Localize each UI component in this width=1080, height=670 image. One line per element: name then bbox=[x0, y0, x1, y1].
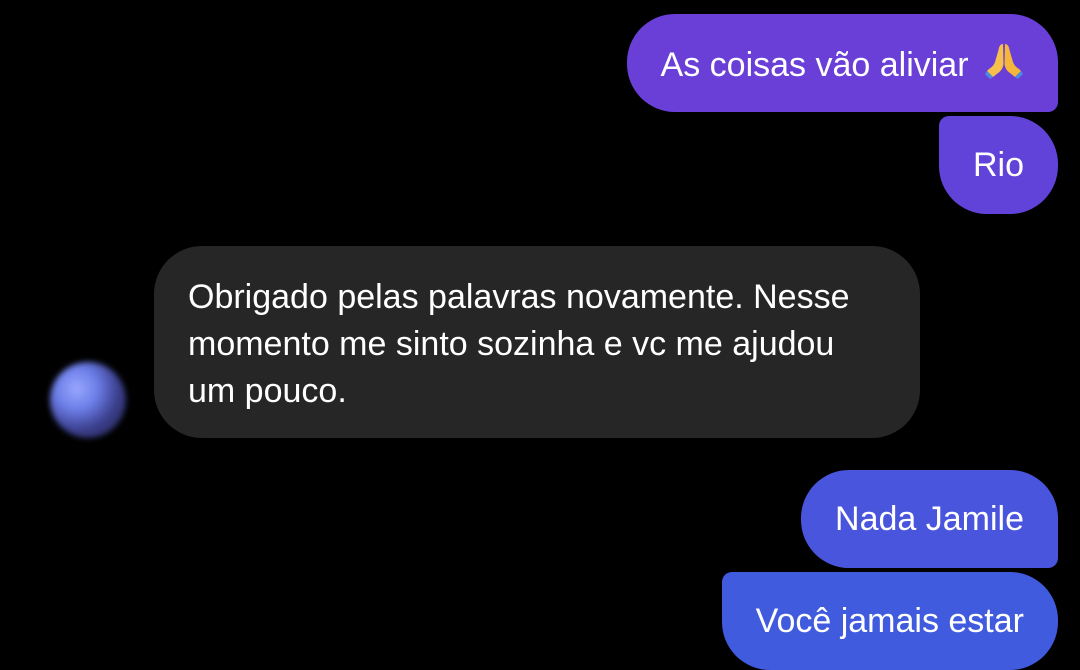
message-text: Nada Jamile bbox=[835, 500, 1024, 538]
message-bubble-outgoing[interactable]: Você jamais estar bbox=[721, 572, 1058, 670]
message-bubble-outgoing[interactable]: As coisas vão aliviar bbox=[626, 14, 1058, 112]
contact-avatar[interactable] bbox=[50, 362, 126, 438]
message-bubble-outgoing[interactable]: Rio bbox=[938, 116, 1058, 214]
message-text: Você jamais estar bbox=[755, 602, 1024, 640]
message-text: Rio bbox=[972, 146, 1024, 184]
message-bubble-incoming[interactable]: Obrigado pelas palavras novamente. Nesse… bbox=[154, 246, 920, 438]
message-bubble-outgoing[interactable]: Nada Jamile bbox=[801, 470, 1058, 568]
folded-hands-icon bbox=[985, 44, 1023, 79]
message-text: Obrigado pelas palavras novamente. Nesse… bbox=[188, 278, 850, 410]
message-text: As coisas vão aliviar bbox=[660, 46, 969, 84]
